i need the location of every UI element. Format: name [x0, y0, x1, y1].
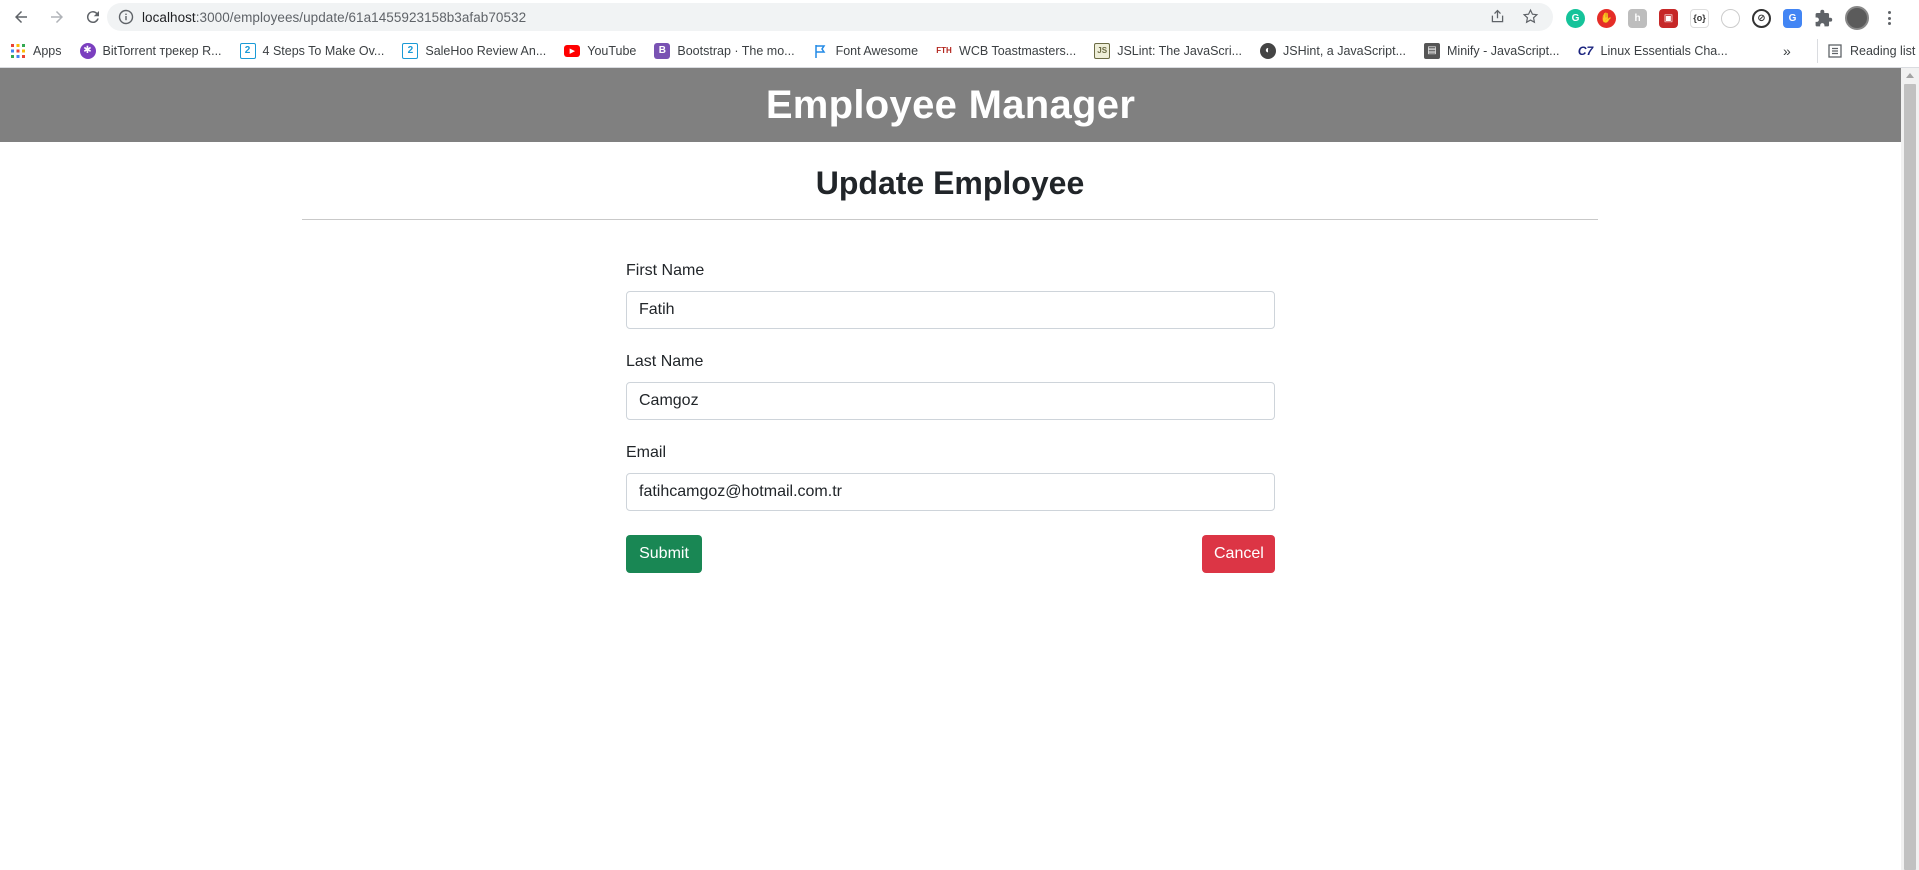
privacy-icon[interactable]: ⊘	[1752, 8, 1771, 28]
profile-avatar[interactable]	[1845, 6, 1869, 30]
browser-toolbar: localhost:3000/employees/update/61a14559…	[0, 0, 1919, 34]
bookmarks-overflow-chevron-icon[interactable]: »	[1783, 43, 1791, 59]
browser-menu-icon[interactable]	[1881, 9, 1897, 27]
extension-red-icon[interactable]: ▣	[1659, 8, 1678, 28]
page-title: Update Employee	[815, 165, 1085, 201]
reload-button[interactable]	[78, 2, 108, 32]
url-path: :3000/employees/update/61a1455923158b3af…	[195, 9, 527, 25]
bookmark-minify[interactable]: ▤ Minify - JavaScript...	[1414, 37, 1568, 65]
forward-button[interactable]	[42, 2, 72, 32]
bookmark-label: Minify - JavaScript...	[1447, 43, 1560, 58]
extension-circle-icon[interactable]	[1721, 8, 1740, 28]
c7-icon: C7	[1577, 43, 1594, 58]
first-name-label: First Name	[626, 262, 705, 279]
submit-button[interactable]: Submit	[626, 535, 702, 573]
json-viewer-icon[interactable]: {o}	[1690, 8, 1709, 28]
adblock-icon[interactable]: ✋	[1597, 8, 1616, 28]
bookmark-jshint[interactable]: ◐ JSHint, a JavaScript...	[1250, 37, 1414, 65]
bookmark-label: JSHint, a JavaScript...	[1283, 43, 1406, 58]
minify-icon: ▤	[1424, 42, 1440, 59]
email-group: Email	[626, 444, 1275, 511]
puzzle-extensions-icon[interactable]	[1814, 9, 1833, 28]
bookmark-linux-essentials[interactable]: C7 Linux Essentials Cha...	[1568, 37, 1736, 65]
bookmark-apps[interactable]: Apps	[0, 37, 70, 65]
bittorrent-icon: ✱	[79, 42, 96, 59]
bookmark-label: Bootstrap · The mo...	[677, 43, 795, 58]
bookmark-jslint[interactable]: JS JSLint: The JavaScri...	[1084, 37, 1250, 65]
page-scrollbar[interactable]	[1901, 68, 1919, 870]
jshint-icon: ◐	[1260, 42, 1277, 59]
forward-arrow-icon	[51, 11, 63, 23]
bookmark-label: WCB Toastmasters...	[959, 43, 1077, 58]
bookmark-label: Linux Essentials Cha...	[1600, 43, 1728, 58]
update-employee-form: First Name Last Name Email Submit Cancel	[626, 262, 1275, 573]
bookmark-youtube[interactable]: ▶ YouTube	[554, 37, 644, 65]
apps-grid-icon	[10, 43, 26, 59]
bookmark-label: BitTorrent трекер R...	[102, 43, 222, 58]
scroll-up-arrow-icon[interactable]	[1906, 73, 1914, 78]
reload-icon	[86, 11, 99, 24]
reading-list-button[interactable]: Reading list	[1817, 39, 1915, 63]
share-icon[interactable]	[1489, 8, 1506, 25]
email-label: Email	[626, 444, 667, 461]
url-text: localhost:3000/employees/update/61a14559…	[142, 10, 526, 25]
youtube-icon: ▶	[564, 44, 581, 57]
app-header: Employee Manager	[0, 68, 1901, 142]
extension-gray-icon[interactable]: h	[1628, 8, 1647, 28]
bookmark-bittorrent[interactable]: ✱ BitTorrent трекер R...	[70, 37, 230, 65]
last-name-group: Last Name	[626, 353, 1275, 420]
address-bar[interactable]: localhost:3000/employees/update/61a14559…	[107, 3, 1553, 31]
bookmark-bootstrap[interactable]: B Bootstrap · The mo...	[644, 37, 802, 65]
scrollbar-thumb[interactable]	[1904, 84, 1916, 870]
title-divider	[302, 219, 1598, 220]
bookmark-font-awesome[interactable]: Font Awesome	[803, 37, 926, 65]
first-name-group: First Name	[626, 262, 1275, 329]
bookmark-wcb-toastmasters[interactable]: FTH WCB Toastmasters...	[926, 37, 1084, 65]
app-title: Employee Manager	[765, 82, 1136, 127]
email-field[interactable]	[626, 473, 1275, 511]
last-name-label: Last Name	[626, 353, 704, 370]
info-icon[interactable]	[118, 9, 134, 25]
bookmark-label: Apps	[33, 43, 62, 58]
form-actions: Submit Cancel	[626, 535, 1275, 573]
extensions-row: G ✋ h ▣ {o} ⊘ G	[1566, 6, 1897, 30]
bookmark-label: 4 Steps To Make Ov...	[262, 43, 385, 58]
fth-icon: FTH	[936, 46, 952, 55]
salehoo-icon: 2	[402, 42, 419, 59]
bookmark-label: JSLint: The JavaScri...	[1117, 43, 1243, 58]
bookmark-4-steps[interactable]: 2 4 Steps To Make Ov...	[230, 37, 393, 65]
grammarly-icon[interactable]: G	[1566, 8, 1585, 28]
last-name-field[interactable]	[626, 382, 1275, 420]
google-translate-icon[interactable]: G	[1783, 8, 1802, 28]
jslint-icon: JS	[1094, 42, 1111, 59]
bookmark-label: YouTube	[587, 43, 637, 58]
reading-list-icon	[1828, 44, 1842, 58]
bookmark-salehoo-review[interactable]: 2 SaleHoo Review An...	[392, 37, 554, 65]
bookmark-label: SaleHoo Review An...	[425, 43, 547, 58]
bookmarks-bar: Apps ✱ BitTorrent трекер R... 2 4 Steps …	[0, 34, 1919, 68]
reading-list-label: Reading list	[1850, 44, 1916, 58]
bootstrap-icon: B	[654, 42, 671, 59]
url-host: localhost	[142, 9, 196, 25]
flag-icon	[813, 43, 829, 59]
first-name-field[interactable]	[626, 291, 1275, 329]
salehoo-icon: 2	[239, 42, 256, 59]
back-arrow-icon	[15, 11, 27, 23]
back-button[interactable]	[6, 2, 36, 32]
cancel-button[interactable]: Cancel	[1202, 535, 1275, 573]
bookmark-star-icon[interactable]	[1522, 8, 1539, 25]
bookmark-label: Font Awesome	[835, 43, 919, 58]
